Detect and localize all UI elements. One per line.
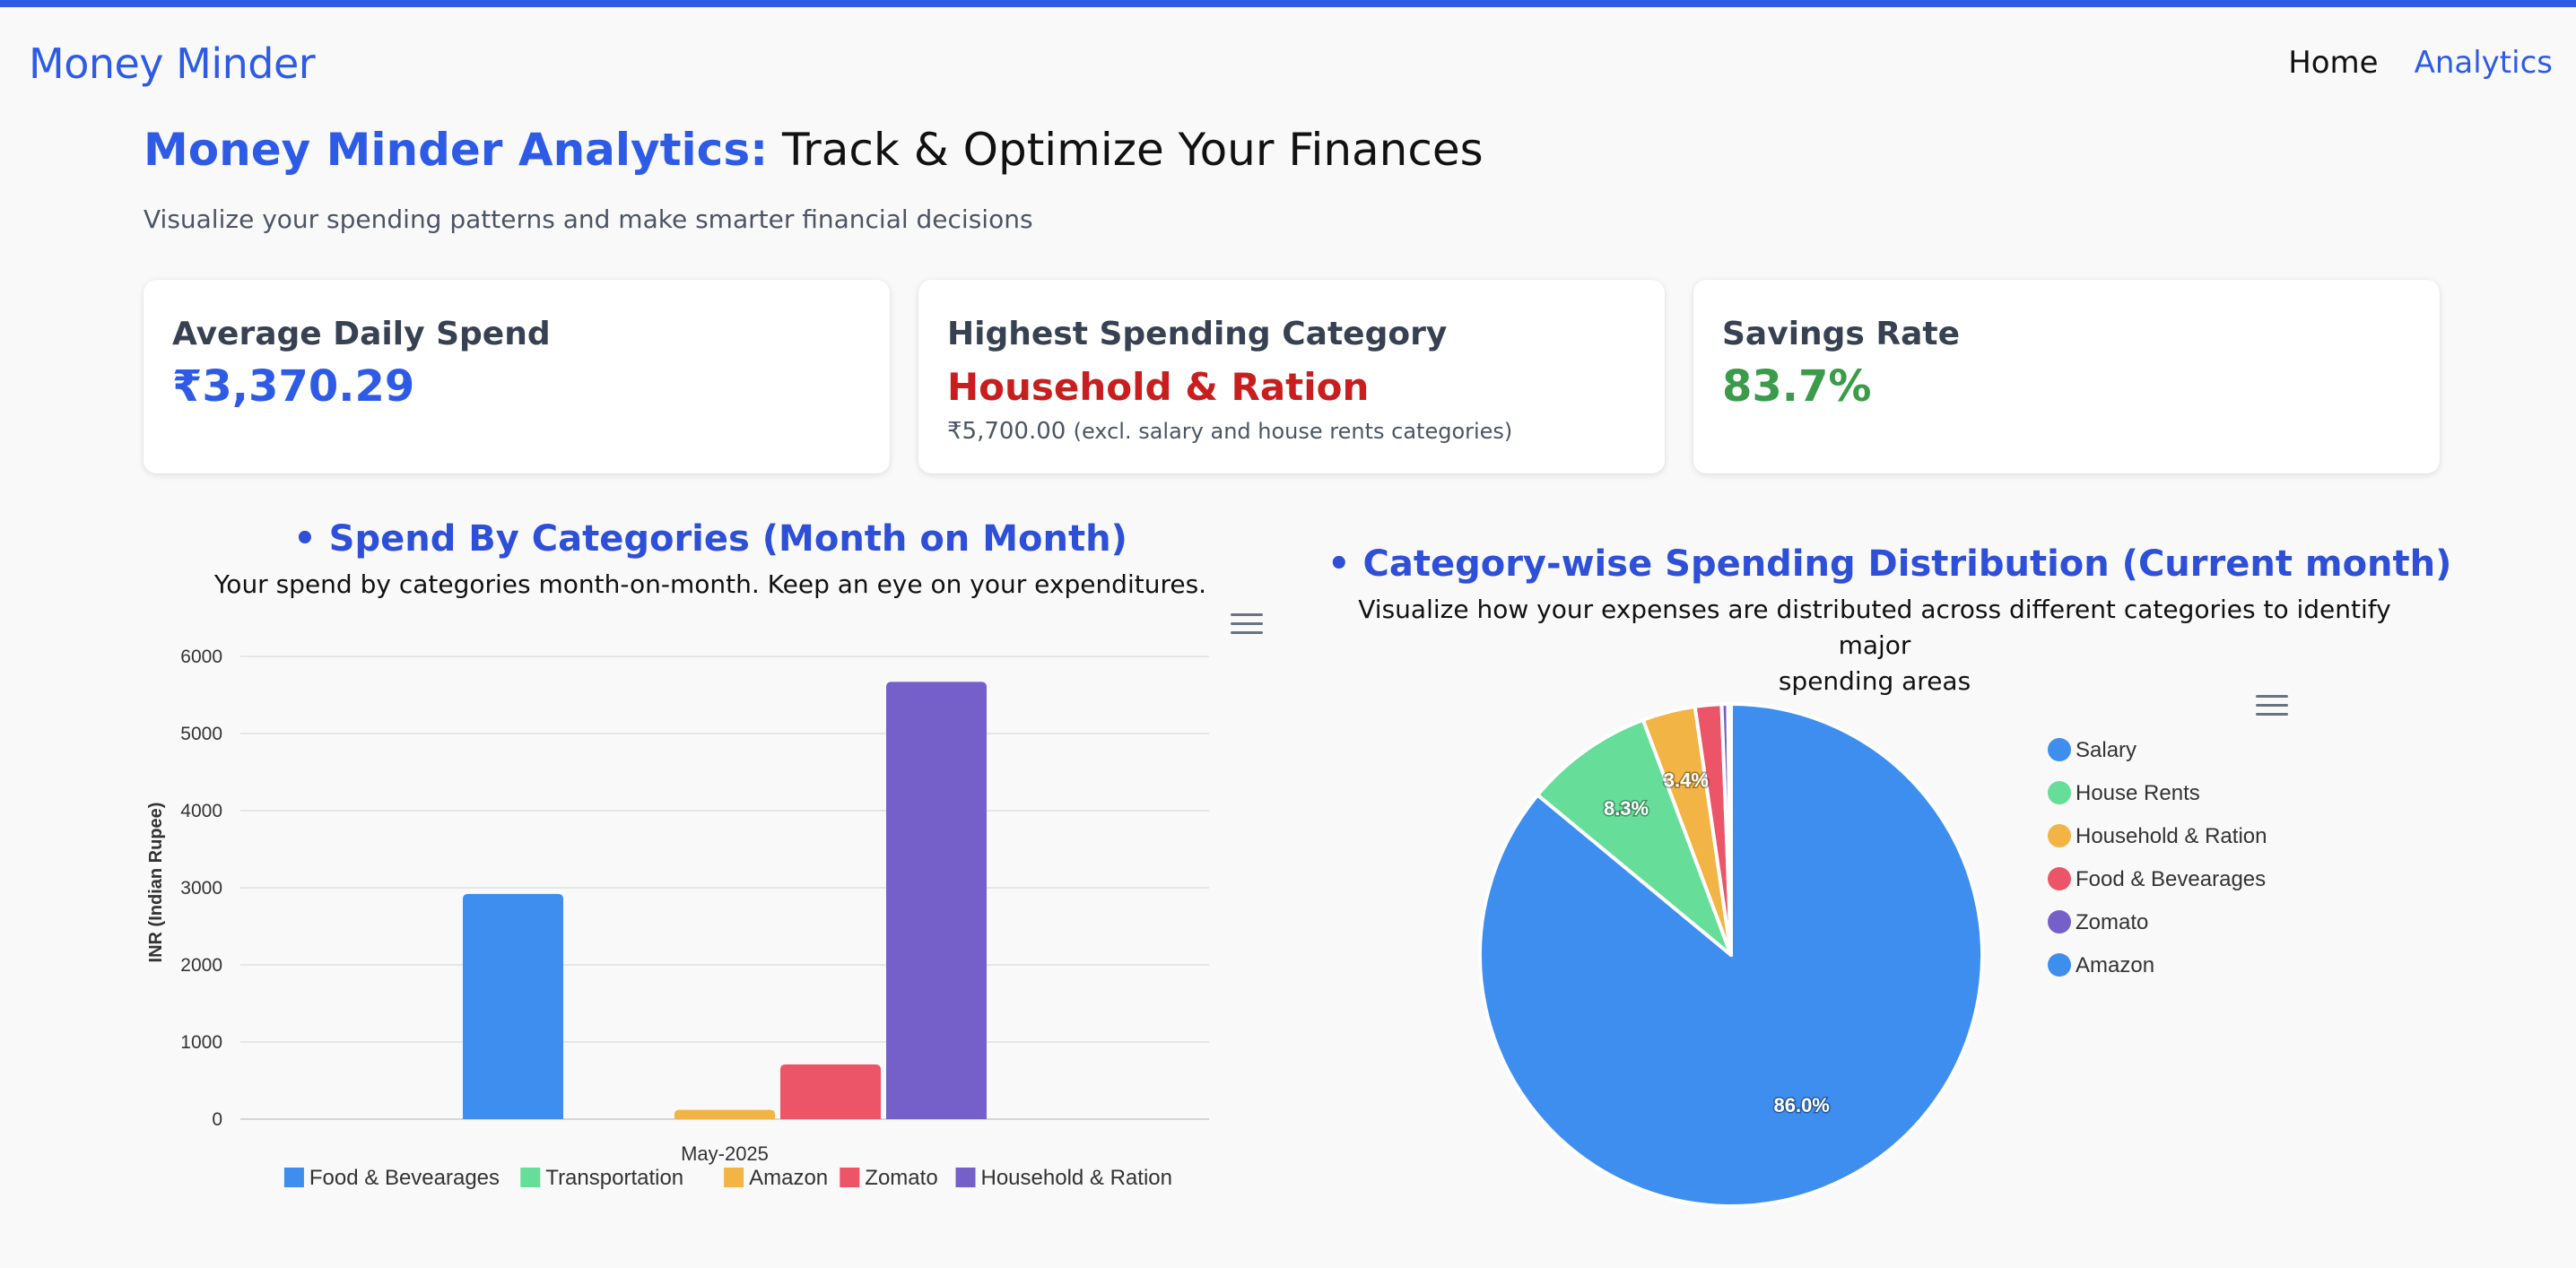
highest-category-amount: ₹5,700.00 [947, 418, 1066, 445]
page-title: Money Minder Analytics: Track & Optimize… [144, 124, 1484, 176]
legend-label: Zomato [865, 1166, 937, 1190]
legend-marker [2048, 953, 2071, 977]
y-tick-label: 3000 [180, 878, 222, 899]
legend-label: Amazon [749, 1166, 828, 1190]
legend-item[interactable]: Household & Ration [2048, 824, 2267, 848]
legend-marker [2048, 910, 2071, 934]
highest-spending-category-card: Highest Spending Category Household & Ra… [918, 280, 1665, 473]
nav-analytics-link[interactable]: Analytics [2415, 45, 2553, 81]
card-label: Highest Spending Category [947, 316, 1448, 352]
bar-zomato[interactable] [780, 1064, 881, 1119]
y-tick-label: 2000 [180, 955, 222, 976]
y-tick-label: 4000 [180, 801, 222, 821]
legend-item[interactable]: House Rents [2048, 781, 2200, 805]
bar-chart: 0 1000 2000 3000 4000 5000 6000 May-2025 Food … [146, 647, 1209, 1190]
nav-home-link[interactable]: Home [2288, 45, 2378, 81]
legend-label: Household & Ration [2076, 824, 2267, 848]
y-tick-label: 6000 [180, 647, 222, 667]
legend-item[interactable]: Zomato [2048, 910, 2148, 934]
legend-swatch [840, 1168, 860, 1187]
legend-marker [2048, 781, 2071, 804]
legend-label: Food & Bevearages [309, 1166, 500, 1190]
pie-desc-line-1: Visualize how your expenses are distribu… [1358, 595, 2391, 660]
bar-chart-title: • Spend By Categories (Month on Month) [293, 518, 1127, 560]
pie-data-label: 86.0% [1773, 1094, 1829, 1116]
legend-item[interactable]: Salary [2048, 738, 2137, 762]
pie-chart: 86.0% 8.3% 3.4% Salary House Rents Household… [1478, 702, 2267, 1208]
bar-food-bevearages[interactable] [463, 893, 563, 1119]
card-label: Average Daily Spend [172, 316, 551, 352]
y-tick-label: 0 [212, 1109, 222, 1130]
legend-swatch [724, 1168, 744, 1187]
page-title-accent: Money Minder Analytics: [144, 124, 769, 176]
legend-label: Food & Bevearages [2076, 867, 2266, 891]
legend-item[interactable]: Amazon [2048, 953, 2154, 977]
legend-swatch [955, 1168, 976, 1187]
legend-item[interactable]: Household & Ration [955, 1166, 1172, 1190]
bar-chart-description: Your spend by categories month-on-month.… [213, 569, 1207, 599]
legend-marker [2048, 738, 2071, 761]
top-accent-bar [0, 0, 2576, 7]
legend-item[interactable]: Transportation [520, 1166, 683, 1190]
card-label: Savings Rate [1722, 316, 1961, 352]
x-tick-label: May-2025 [681, 1142, 769, 1165]
highest-category-value: Household & Ration [947, 365, 1370, 409]
legend-label: Zomato [2076, 910, 2148, 934]
top-nav: Home Analytics [2288, 45, 2553, 81]
bar-amazon[interactable] [674, 1109, 775, 1119]
brand-logo-text[interactable]: Money Minder [29, 39, 316, 88]
highest-category-exclusion-note: (excl. salary and house rents categories… [1073, 419, 1513, 444]
legend-swatch [520, 1168, 541, 1187]
bar-household-ration[interactable] [886, 682, 987, 1119]
savings-rate-card: Savings Rate 83.7% [1693, 280, 2440, 473]
legend-label: House Rents [2076, 781, 2200, 805]
pie-chart-description: Visualize how your expenses are distribu… [1327, 592, 2422, 699]
pie-data-label: 8.3% [1604, 797, 1649, 820]
legend-label: Amazon [2076, 953, 2154, 977]
legend-label: Salary [2076, 738, 2137, 762]
legend-item[interactable]: Food & Bevearages [2048, 867, 2266, 891]
legend-item[interactable]: Amazon [724, 1166, 828, 1190]
average-daily-spend-card: Average Daily Spend ₹3,370.29 [144, 280, 890, 473]
highest-category-note: ₹5,700.00 (excl. salary and house rents … [947, 418, 1636, 445]
legend-marker [2048, 867, 2071, 890]
y-tick-label: 1000 [180, 1032, 222, 1053]
pie-chart-title: • Category-wise Spending Distribution (C… [1327, 543, 2452, 585]
pie-desc-line-2: spending areas [1778, 666, 1971, 696]
legend-item[interactable]: Zomato [840, 1166, 938, 1190]
average-daily-spend-value: ₹3,370.29 [172, 361, 415, 412]
page-title-rest: Track & Optimize Your Finances [781, 124, 1484, 176]
y-tick-label: 5000 [180, 724, 222, 744]
legend-item[interactable]: Food & Bevearages [283, 1166, 500, 1190]
legend-label: Transportation [545, 1166, 683, 1190]
pie-data-label: 3.4% [1664, 769, 1709, 792]
legend-label: Household & Ration [981, 1166, 1172, 1190]
legend-swatch [283, 1168, 304, 1187]
savings-rate-value: 83.7% [1722, 361, 1872, 412]
y-axis-label: INR (Indian Rupee) [146, 803, 166, 963]
legend-marker [2048, 824, 2071, 847]
page-subtitle: Visualize your spending patterns and mak… [144, 204, 1033, 234]
